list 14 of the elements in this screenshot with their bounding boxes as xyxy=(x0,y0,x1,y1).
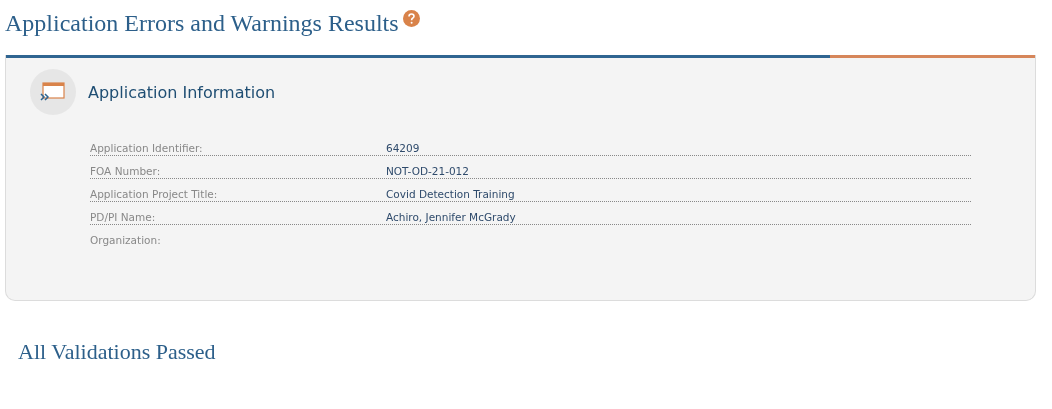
field-label: FOA Number: xyxy=(90,165,162,177)
field-label: Organization: xyxy=(90,234,162,246)
panel-title: Application Information xyxy=(88,82,276,102)
window-icon xyxy=(30,69,76,115)
field-label: Application Project Title: xyxy=(90,188,219,200)
field-value: NOT-OD-21-012 xyxy=(386,165,469,177)
field-value: Covid Detection Training xyxy=(386,188,515,200)
page-title: Application Errors and Warnings Results xyxy=(5,10,399,37)
help-icon[interactable] xyxy=(402,10,420,27)
result-heading: All Validations Passed xyxy=(18,339,217,365)
field-value: Achiro, Jennifer McGrady xyxy=(386,211,516,223)
field-value: 64209 xyxy=(386,142,420,154)
field-label: Application Identifier: xyxy=(90,142,204,154)
field-label: PD/PI Name: xyxy=(90,211,157,223)
